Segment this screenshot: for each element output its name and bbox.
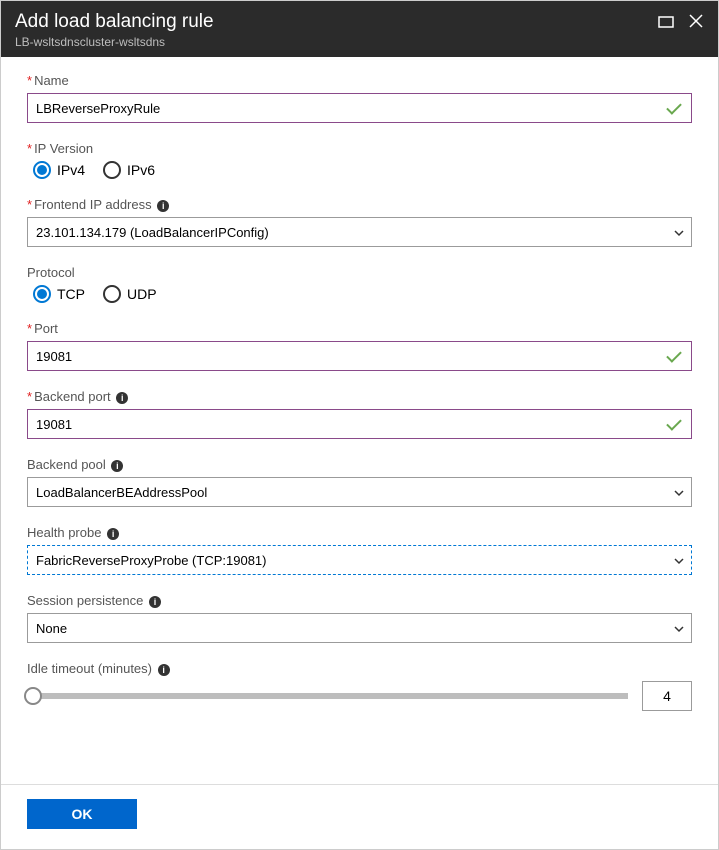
info-icon[interactable]: i [116,392,128,404]
backend-port-input[interactable]: 19081 [27,409,692,439]
protocol-label: Protocol [27,265,692,280]
radio-ipv6[interactable]: IPv6 [103,161,155,179]
idle-timeout-label: Idle timeout (minutes) [27,661,152,676]
info-icon[interactable]: i [157,200,169,212]
field-protocol: Protocol TCP UDP [27,265,692,303]
port-label: Port [34,321,58,336]
port-input[interactable]: 19081 [27,341,692,371]
frontend-ip-label: Frontend IP address [34,197,152,212]
chevron-down-icon [673,555,683,565]
panel-subtitle: LB-wsltsdnscluster-wsltsdns [15,35,658,49]
chevron-down-icon [673,623,683,633]
chevron-down-icon [673,227,683,237]
close-icon[interactable] [688,13,704,34]
maximize-icon[interactable] [658,13,674,34]
form-scroll-area[interactable]: *Name LBReverseProxyRule *IP Version IPv… [1,57,718,784]
backend-pool-label: Backend pool [27,457,106,472]
field-backend-port: *Backend port i 19081 [27,389,692,439]
info-icon[interactable]: i [149,596,161,608]
info-icon[interactable]: i [158,664,170,676]
panel-title: Add load balancing rule [15,11,658,33]
frontend-ip-select[interactable]: 23.101.134.179 (LoadBalancerIPConfig) [27,217,692,247]
session-persistence-label: Session persistence [27,593,143,608]
field-session-persistence: Session persistence i None [27,593,692,643]
panel-header: Add load balancing rule LB-wsltsdnsclust… [1,1,718,57]
ok-button[interactable]: OK [27,799,137,829]
session-persistence-select[interactable]: None [27,613,692,643]
panel-footer: OK [1,784,718,849]
radio-udp[interactable]: UDP [103,285,157,303]
field-ip-version: *IP Version IPv4 IPv6 [27,141,692,179]
field-backend-pool: Backend pool i LoadBalancerBEAddressPool [27,457,692,507]
name-label: Name [34,73,69,88]
info-icon[interactable]: i [107,528,119,540]
chevron-down-icon [673,487,683,497]
field-health-probe: Health probe i FabricReverseProxyProbe (… [27,525,692,575]
idle-timeout-value[interactable]: 4 [642,681,692,711]
field-port: *Port 19081 [27,321,692,371]
slider-thumb[interactable] [24,687,42,705]
idle-timeout-slider[interactable] [27,693,628,699]
health-probe-select[interactable]: FabricReverseProxyProbe (TCP:19081) [27,545,692,575]
backend-port-label: Backend port [34,389,111,404]
field-name: *Name LBReverseProxyRule [27,73,692,123]
radio-tcp[interactable]: TCP [33,285,85,303]
radio-ipv4[interactable]: IPv4 [33,161,85,179]
field-frontend-ip: *Frontend IP address i 23.101.134.179 (L… [27,197,692,247]
info-icon[interactable]: i [111,460,123,472]
name-input[interactable]: LBReverseProxyRule [27,93,692,123]
backend-pool-select[interactable]: LoadBalancerBEAddressPool [27,477,692,507]
health-probe-label: Health probe [27,525,101,540]
ip-version-label: IP Version [34,141,93,156]
field-idle-timeout: Idle timeout (minutes) i 4 [27,661,692,711]
